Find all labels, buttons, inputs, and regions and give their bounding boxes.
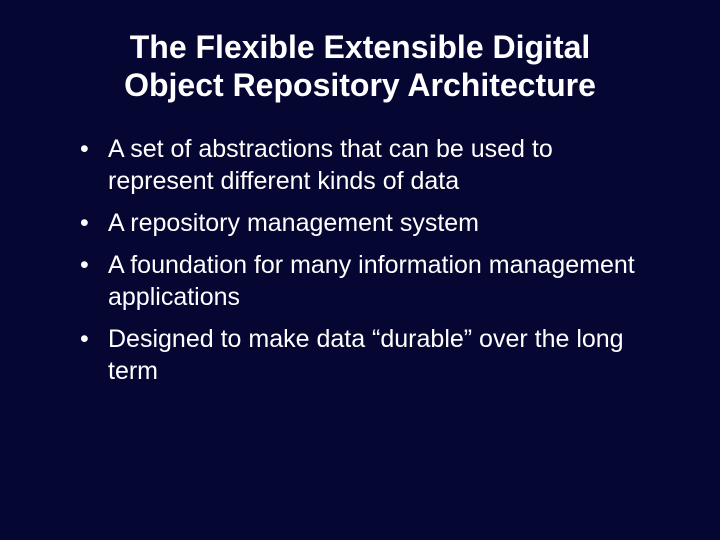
list-item: Designed to make data “durable” over the… — [80, 323, 660, 387]
slide: The Flexible Extensible Digital Object R… — [0, 0, 720, 540]
list-item: A repository management system — [80, 207, 660, 239]
slide-title: The Flexible Extensible Digital Object R… — [80, 28, 640, 105]
list-item: A set of abstractions that can be used t… — [80, 133, 660, 197]
list-item: A foundation for many information manage… — [80, 249, 660, 313]
bullet-list: A set of abstractions that can be used t… — [40, 133, 680, 387]
